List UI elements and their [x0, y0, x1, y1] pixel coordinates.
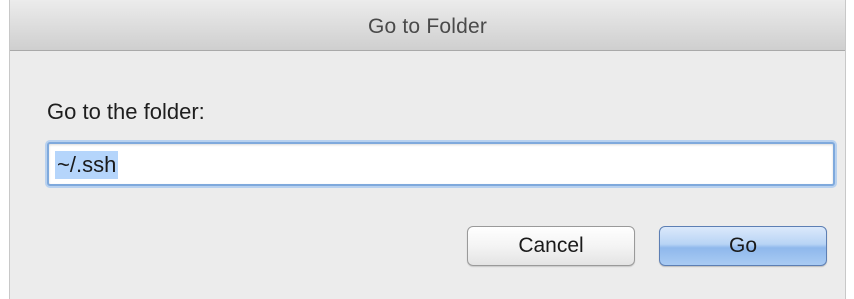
folder-path-input[interactable]: ~/.ssh: [47, 142, 835, 186]
folder-path-value: ~/.ssh: [55, 151, 119, 179]
cancel-button[interactable]: Cancel: [467, 226, 635, 266]
title-bar[interactable]: Go to Folder: [10, 0, 845, 51]
go-button[interactable]: Go: [659, 226, 827, 266]
folder-prompt-label: Go to the folder:: [47, 99, 205, 124]
go-to-folder-dialog: Go to Folder Go to the folder: ~/.ssh Ca…: [9, 0, 846, 299]
dialog-title: Go to Folder: [367, 15, 488, 38]
